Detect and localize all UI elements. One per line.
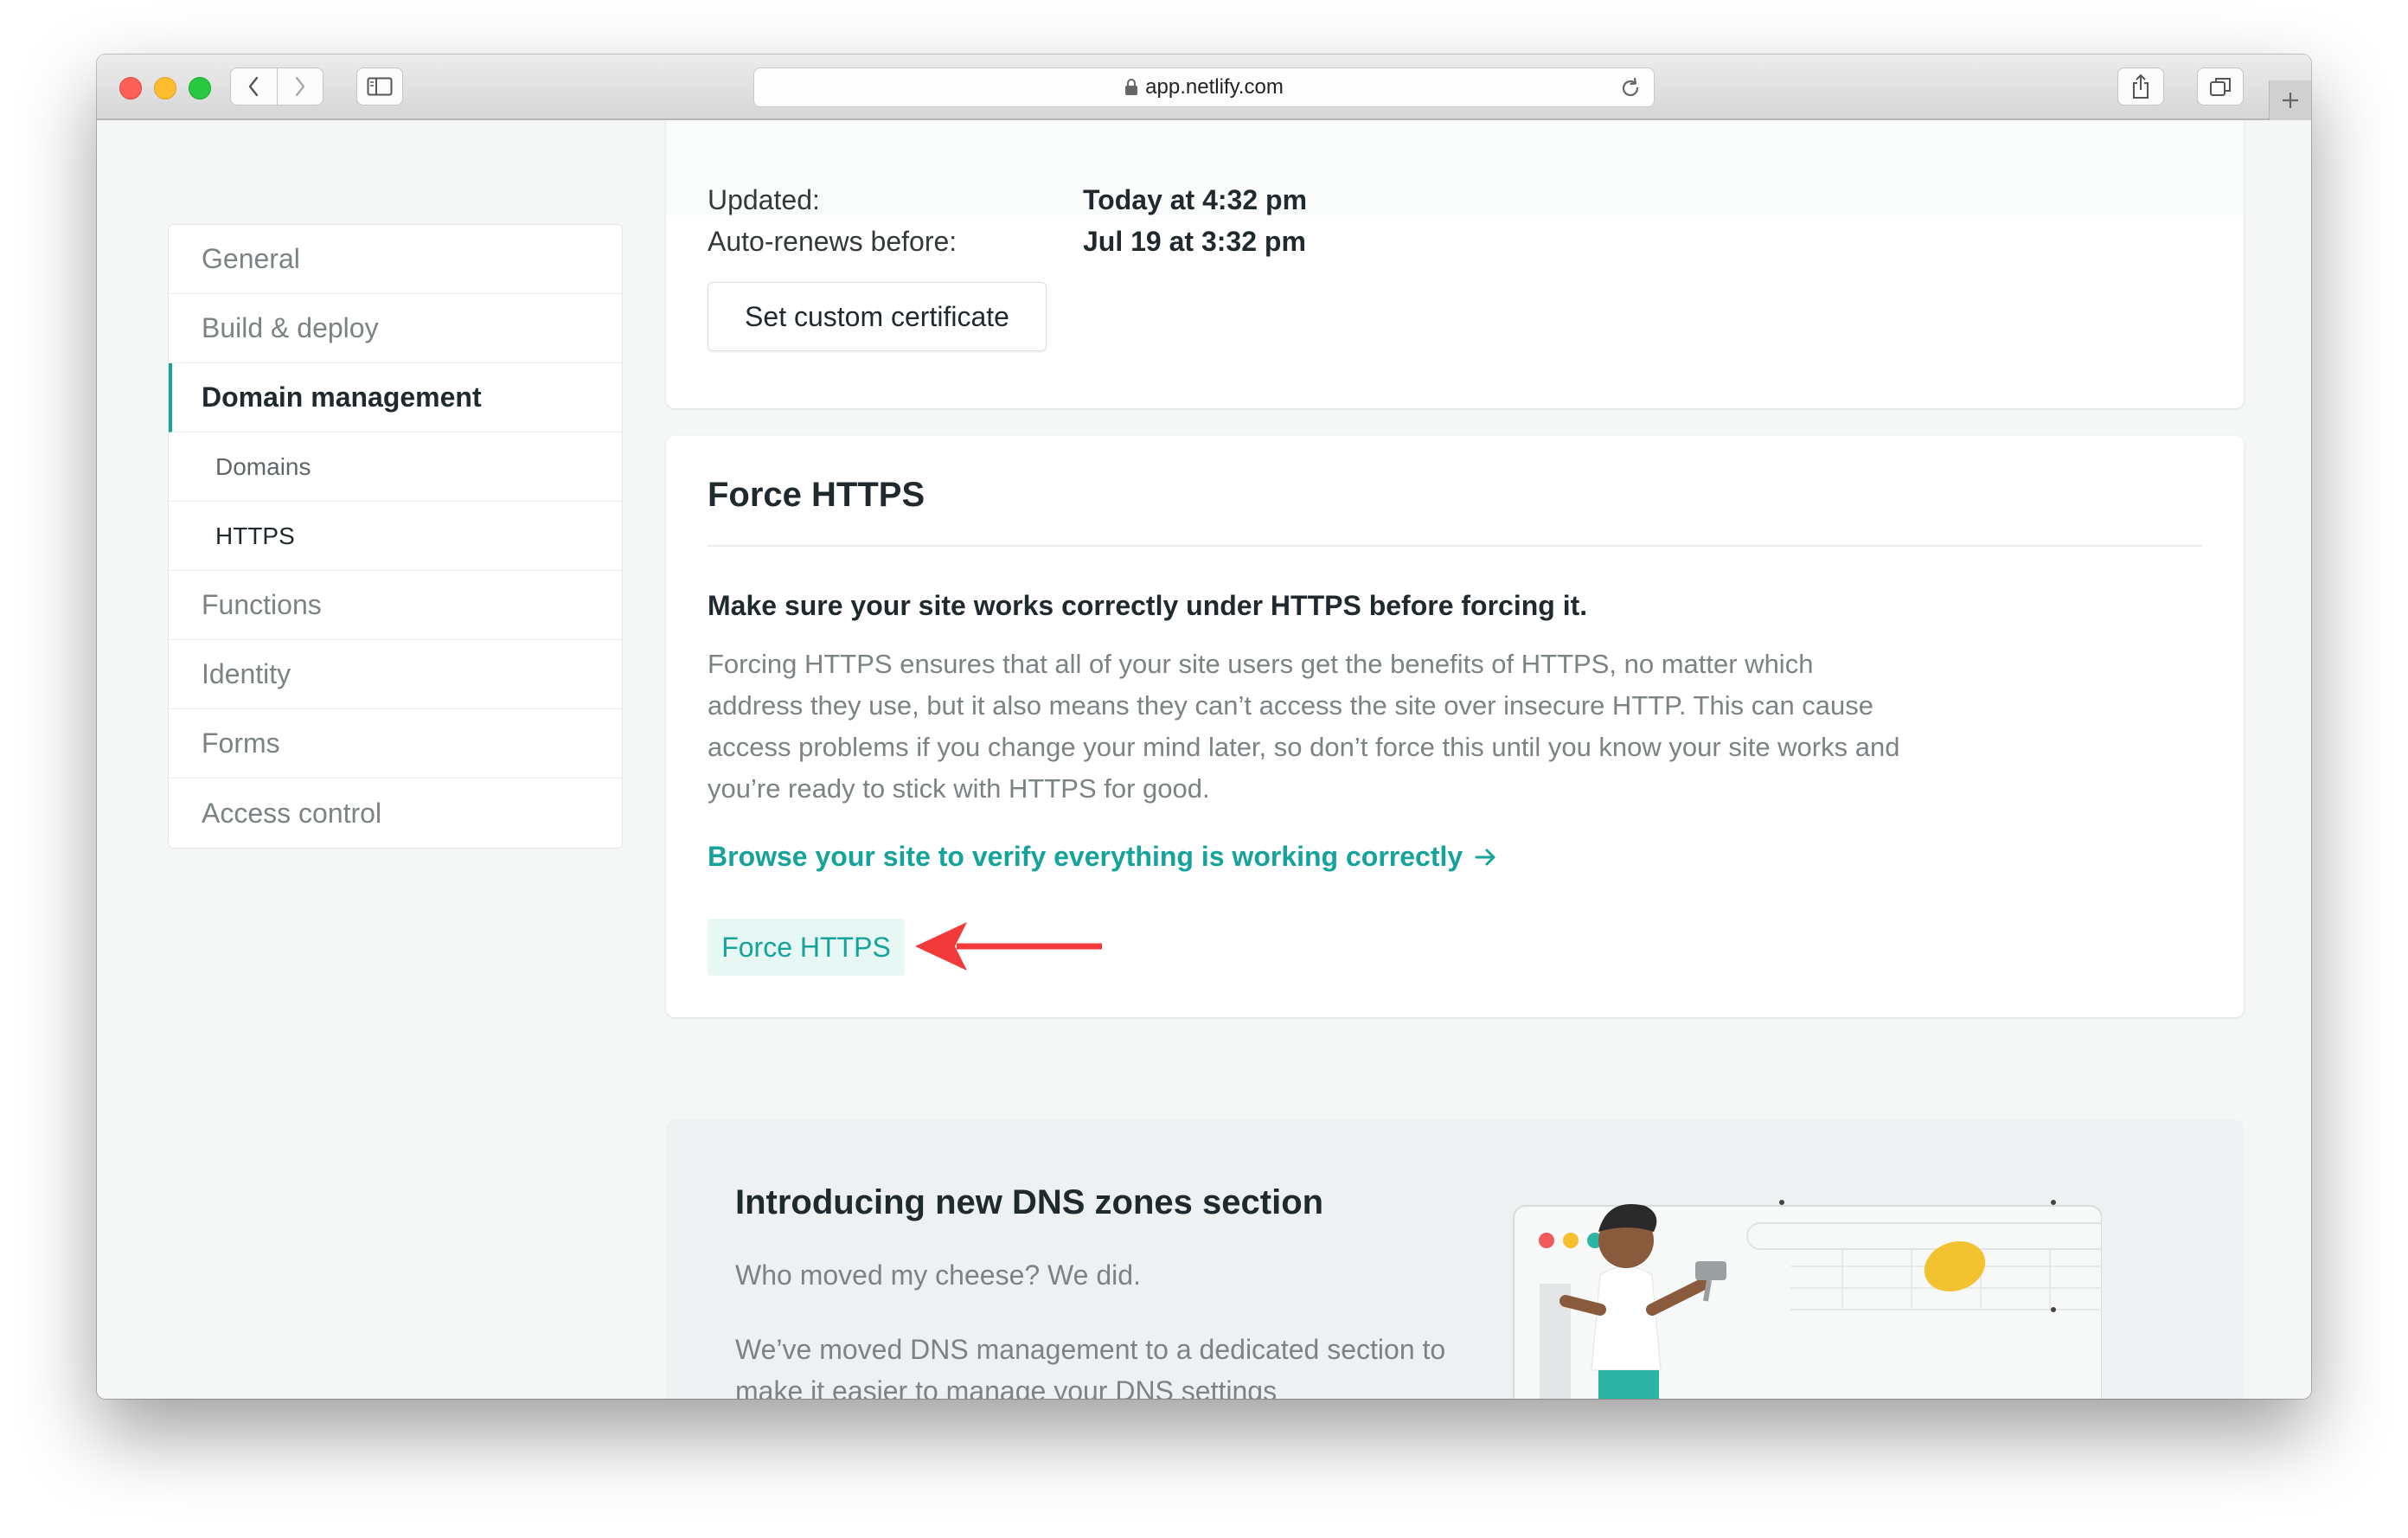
dns-promo-title: Introducing new DNS zones section xyxy=(735,1183,1324,1221)
tabs-icon xyxy=(2210,78,2231,96)
url-text: app.netlify.com xyxy=(1145,75,1284,99)
sidebar-item-access-control[interactable]: Access control xyxy=(169,779,622,848)
certificate-card: Updated: Today at 4:32 pm Auto-renews be… xyxy=(666,120,2244,408)
chevron-left-icon xyxy=(249,76,259,97)
back-button[interactable] xyxy=(231,68,277,105)
share-button[interactable] xyxy=(2117,67,2164,106)
browse-site-link[interactable]: Browse your site to verify everything is… xyxy=(708,841,1497,873)
force-https-warning: Make sure your site works correctly unde… xyxy=(708,590,1588,621)
sidebar-subitem-domains[interactable]: Domains xyxy=(169,433,622,502)
auto-renews-value: Jul 19 at 3:32 pm xyxy=(1083,226,1306,257)
force-https-card: Force HTTPS Make sure your site works co… xyxy=(666,436,2244,1017)
chevron-right-icon xyxy=(295,76,304,97)
new-tab-button[interactable] xyxy=(2269,80,2311,120)
minimize-window-button[interactable] xyxy=(154,77,176,99)
address-bar[interactable]: app.netlify.com xyxy=(753,67,1655,107)
reload-icon[interactable] xyxy=(1619,77,1642,99)
settings-sidebar: General Build & deploy Domain management… xyxy=(168,224,623,849)
updated-value: Today at 4:32 pm xyxy=(1083,184,1308,215)
sidebar-icon xyxy=(367,77,393,96)
arrow-right-icon xyxy=(1475,849,1495,865)
dns-promo-subtitle: Who moved my cheese? We did. xyxy=(735,1259,1141,1291)
history-nav xyxy=(230,67,323,106)
annotation-arrow-icon xyxy=(915,922,1102,971)
sidebar-item-general[interactable]: General xyxy=(169,225,622,294)
close-window-button[interactable] xyxy=(119,77,142,99)
updated-label: Updated: xyxy=(708,184,820,215)
zoom-window-button[interactable] xyxy=(189,77,211,99)
section-divider xyxy=(708,545,2202,547)
share-icon xyxy=(2133,74,2149,99)
force-https-description: Forcing HTTPS ensures that all of your s… xyxy=(708,649,1900,804)
tabs-overview-button[interactable] xyxy=(2197,67,2244,106)
forward-button[interactable] xyxy=(276,68,323,105)
sidebar-item-domain-management[interactable]: Domain management xyxy=(169,363,622,433)
sidebar-item-forms[interactable]: Forms xyxy=(169,709,622,779)
set-custom-certificate-button[interactable]: Set custom certificate xyxy=(708,282,1047,351)
sidebar-item-functions[interactable]: Functions xyxy=(169,571,622,640)
force-https-button[interactable]: Force HTTPS xyxy=(708,919,905,976)
sidebar-item-build-deploy[interactable]: Build & deploy xyxy=(169,294,622,363)
dns-promo-body: We’ve moved DNS management to a dedicate… xyxy=(735,1334,1446,1399)
browse-site-link-text: Browse your site to verify everything is… xyxy=(708,841,1463,872)
plus-icon xyxy=(2283,93,2298,108)
page-content: General Build & deploy Domain management… xyxy=(97,120,2311,1399)
certificate-details-band xyxy=(666,120,2244,215)
sidebar-item-identity[interactable]: Identity xyxy=(169,640,622,709)
lock-icon xyxy=(1125,79,1138,95)
browser-window: app.netlify.com General Build & deploy D… xyxy=(97,54,2311,1399)
auto-renews-label: Auto-renews before: xyxy=(708,226,957,257)
sidebar-toggle-button[interactable] xyxy=(356,67,403,106)
browser-toolbar: app.netlify.com xyxy=(97,54,2311,120)
dns-illustration-icon xyxy=(1513,1200,2102,1399)
sidebar-subitem-https[interactable]: HTTPS xyxy=(169,502,622,571)
dns-promo-card: Introducing new DNS zones section Who mo… xyxy=(666,1119,2244,1399)
force-https-title: Force HTTPS xyxy=(708,476,925,514)
